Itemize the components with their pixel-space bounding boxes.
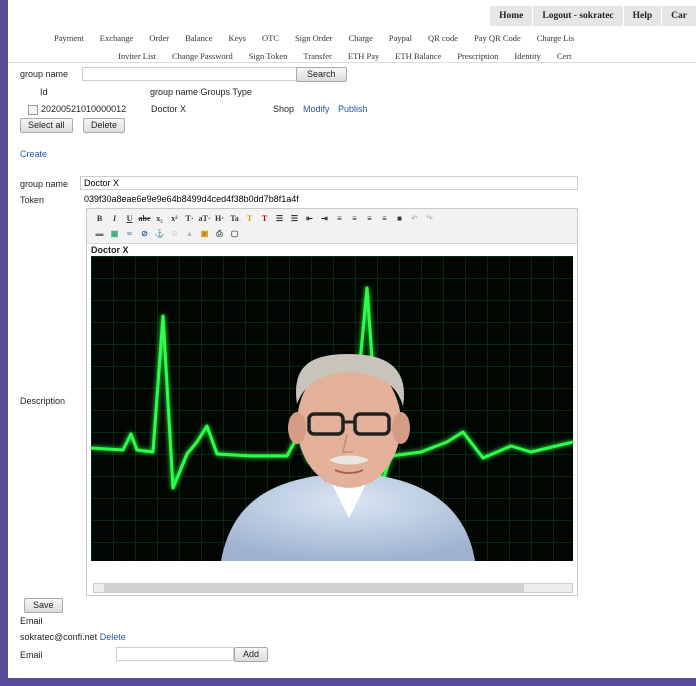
page: Home Logout - sokratec Help Car Payment E…	[8, 0, 696, 678]
search-button[interactable]: Search	[296, 67, 347, 82]
align-right-icon[interactable]: ≡	[363, 212, 376, 225]
publish-link[interactable]: Publish	[338, 104, 368, 114]
nav-transfer[interactable]: Transfer	[303, 51, 332, 61]
search-label: group name	[20, 69, 69, 79]
print-icon[interactable]: ⎙	[213, 227, 226, 240]
font-family-icon[interactable]: aT·	[198, 212, 211, 225]
nav-eth-balance[interactable]: ETH Balance	[395, 51, 441, 61]
source-icon[interactable]: ▢	[228, 227, 241, 240]
table-icon[interactable]: ▦	[108, 227, 121, 240]
doctor-ecg-image	[91, 256, 573, 561]
top-nav: Home Logout - sokratec Help Car	[489, 6, 696, 26]
anchor-icon[interactable]: ⚓	[153, 227, 166, 240]
nav-otc[interactable]: OTC	[262, 33, 279, 43]
strikethrough-icon[interactable]: abc	[138, 212, 151, 225]
description-editor[interactable]: B I U abc x₂ x² T· aT· H· Ta T T ☰ ☰ ⇤ ⇥…	[86, 208, 578, 596]
bold-icon[interactable]: B	[93, 212, 106, 225]
home-link[interactable]: Home	[489, 6, 533, 26]
scroll-thumb[interactable]	[104, 584, 524, 592]
subscript-icon[interactable]: x₂	[153, 212, 166, 225]
create-link[interactable]: Create	[20, 149, 47, 159]
nav-divider	[8, 62, 696, 63]
nav-sign-order[interactable]: Sign Order	[295, 33, 333, 43]
editor-content[interactable]: Doctor X	[87, 244, 577, 582]
nav-row-1: Payment Exchange Order Balance Keys OTC Sign O…	[54, 33, 590, 43]
emoticon-icon[interactable]: ☺	[168, 227, 181, 240]
email-label: Email	[20, 650, 43, 660]
editor-heading: Doctor X	[91, 245, 129, 255]
group-name-field[interactable]	[80, 176, 578, 190]
token-label: Token	[20, 195, 45, 205]
text-style-icon[interactable]: Ta	[228, 212, 241, 225]
group-name-label: group name	[20, 179, 69, 189]
email-section-title: Email	[20, 616, 43, 626]
delete-button[interactable]: Delete	[83, 118, 126, 133]
nav-keys[interactable]: Keys	[228, 33, 245, 43]
nav-inviter-list[interactable]: Inviter List	[118, 51, 156, 61]
nav-pay-qr-code[interactable]: Pay QR Code	[474, 33, 521, 43]
select-all-button[interactable]: Select all	[20, 118, 73, 133]
col-id-header: Id	[40, 87, 48, 97]
description-label: Description	[20, 396, 66, 406]
heading-icon[interactable]: H·	[213, 212, 226, 225]
nav-change-password[interactable]: Change Password	[172, 51, 233, 61]
help-link[interactable]: Help	[622, 6, 662, 26]
nav-eth-pay[interactable]: ETH Pay	[348, 51, 379, 61]
editor-toolbar-row-2: ▬ ▦ ∞ ⊘ ⚓ ☺ ▲ ▣ ⎙ ▢	[93, 226, 243, 240]
row-id: 20200521010000012	[41, 104, 127, 114]
col-name-type-header: group name Groups Type	[150, 87, 252, 97]
redo-icon[interactable]: ↷	[423, 212, 436, 225]
nav-cert[interactable]: Cert	[557, 51, 572, 61]
row-checkbox[interactable]	[28, 105, 38, 115]
token-field[interactable]	[80, 192, 344, 206]
nav-sign-token[interactable]: Sign Token	[249, 51, 288, 61]
add-email-button[interactable]: Add	[234, 647, 269, 662]
nav-balance[interactable]: Balance	[185, 33, 212, 43]
nav-charge[interactable]: Charge	[349, 33, 373, 43]
align-justify-icon[interactable]: ≡	[378, 212, 391, 225]
link-icon[interactable]: ∞	[123, 227, 136, 240]
nav-identity[interactable]: Identity	[514, 51, 540, 61]
editor-toolbar-row-1: B I U abc x₂ x² T· aT· H· Ta T T ☰ ☰ ⇤ ⇥…	[93, 211, 438, 225]
ordered-list-icon[interactable]: ☰	[273, 212, 286, 225]
nav-row-2: Inviter List Change Password Sign Token Tra…	[118, 51, 588, 61]
unordered-list-icon[interactable]: ☰	[288, 212, 301, 225]
indent-icon[interactable]: ⇥	[318, 212, 331, 225]
text-color-icon[interactable]: T	[243, 212, 256, 225]
search-input[interactable]	[82, 67, 300, 81]
nav-charge-list[interactable]: Charge Lis	[537, 33, 574, 43]
align-left-icon[interactable]: ≡	[333, 212, 346, 225]
row-group-name: Doctor X	[151, 104, 187, 114]
align-center-icon[interactable]: ≡	[348, 212, 361, 225]
cart-link[interactable]: Car	[661, 6, 696, 26]
email-delete-link[interactable]: Delete	[100, 632, 126, 642]
horizontal-rule-icon[interactable]: ▬	[93, 227, 106, 240]
logout-link[interactable]: Logout - sokratec	[532, 6, 623, 26]
nav-qr-code[interactable]: QR code	[428, 33, 458, 43]
row-type: Shop	[273, 104, 295, 114]
flash-icon[interactable]: ▲	[183, 227, 196, 240]
block-icon[interactable]: ■	[393, 212, 406, 225]
nav-payment[interactable]: Payment	[54, 33, 84, 43]
undo-icon[interactable]: ↶	[408, 212, 421, 225]
italic-icon[interactable]: I	[108, 212, 121, 225]
nav-paypal[interactable]: Paypal	[389, 33, 412, 43]
save-button[interactable]: Save	[24, 598, 63, 613]
email-input[interactable]	[116, 647, 234, 661]
clear-format-icon[interactable]: T	[258, 212, 271, 225]
outdent-icon[interactable]: ⇤	[303, 212, 316, 225]
email-entry: sokratec@confi.net Delete	[20, 632, 126, 642]
underline-icon[interactable]: U	[123, 212, 136, 225]
image-icon[interactable]: ▣	[198, 227, 211, 240]
editor-horizontal-scrollbar[interactable]	[93, 583, 573, 593]
font-size-icon[interactable]: T·	[183, 212, 196, 225]
modify-link[interactable]: Modify	[303, 104, 330, 114]
superscript-icon[interactable]: x²	[168, 212, 181, 225]
nav-exchange[interactable]: Exchange	[100, 33, 134, 43]
unlink-icon[interactable]: ⊘	[138, 227, 151, 240]
email-address: sokratec@confi.net	[20, 632, 98, 642]
nav-prescription[interactable]: Prescription	[457, 51, 498, 61]
nav-order[interactable]: Order	[149, 33, 169, 43]
